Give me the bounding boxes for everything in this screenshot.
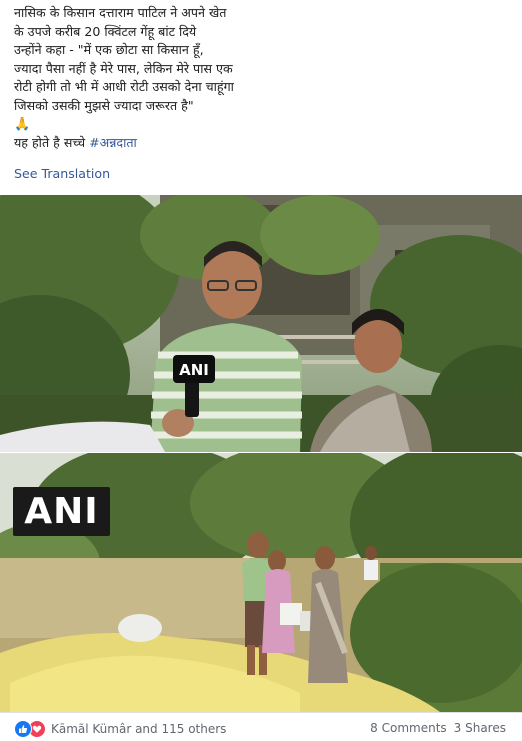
ani-watermark-logo: ANI	[13, 487, 110, 536]
shares-count-link[interactable]: 3 Shares	[454, 721, 506, 735]
post-line-5: रोटी होगी तो भी में आधी रोटी उसको देना च…	[14, 79, 234, 95]
post-text: नासिक के किसान दत्ताराम पाटिल ने अपने खे…	[14, 4, 508, 153]
post-line-1: नासिक के किसान दत्ताराम पाटिल ने अपने खे…	[14, 5, 227, 20]
post-line-6: जिसको उसकी मुझसे ज्यादा जरूरत है"	[14, 97, 194, 113]
post-line-3: उन्होंने कहा - "में एक छोटा सा किसान हूँ…	[14, 42, 204, 58]
post-line-2: के उपजे करीब 20 क्विंटल गेंहू बांट दिये	[14, 23, 197, 39]
comments-count-link[interactable]: 8 Comments	[370, 721, 447, 735]
see-translation-link[interactable]: See Translation	[14, 166, 110, 181]
closing-text: यह होते है सच्चे	[14, 135, 90, 151]
hashtag-link[interactable]: #अन्नदाता	[89, 135, 137, 150]
engagement-counts: 8 Comments 3 Shares	[370, 721, 506, 735]
post-closing-line: यह होते है सच्चे #अन्नदाता	[14, 134, 508, 153]
interview-photo[interactable]: ANI	[0, 195, 522, 452]
folded-hands-emoji: 🙏	[14, 116, 31, 132]
interview-photo-illustration: ANI	[0, 195, 522, 452]
reactors-text: Kāmãl Kümâr and 115 others	[51, 722, 227, 736]
like-icon	[14, 720, 32, 738]
reactions-summary[interactable]: Kāmãl Kümâr and 115 others	[14, 720, 226, 738]
post-footer: Kāmãl Kümâr and 115 others 8 Comments 3 …	[0, 712, 522, 741]
post-line-4: ज्यादा पैसा नहीं है मेरे पास, लेकिन मेरे…	[14, 60, 233, 76]
mic-flag-label: ANI	[179, 361, 209, 379]
